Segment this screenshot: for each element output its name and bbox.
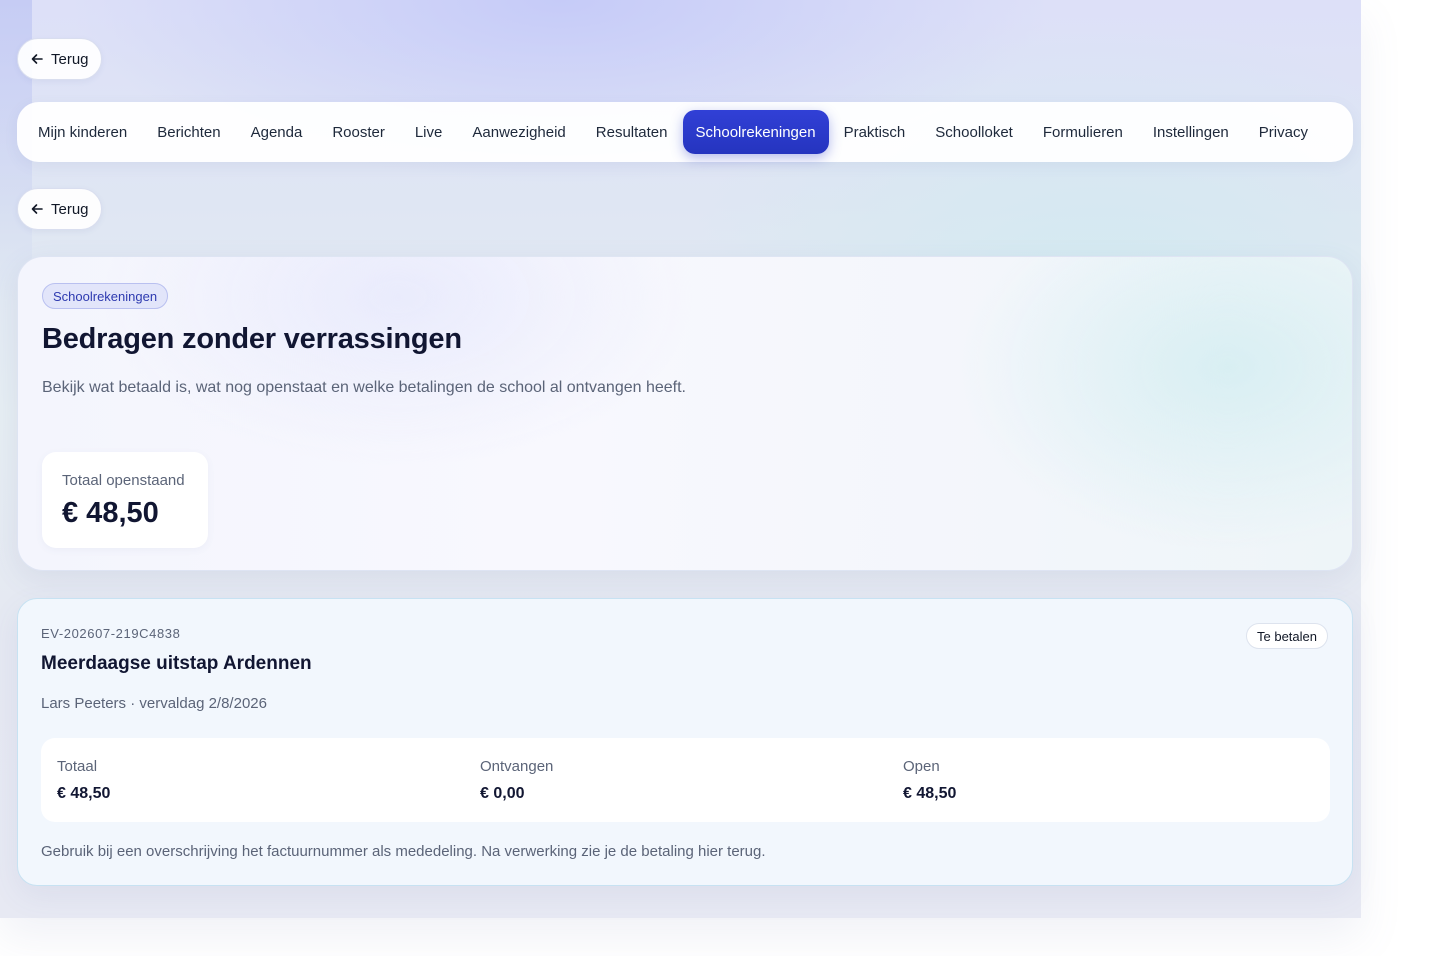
total-outstanding-label: Totaal openstaand: [62, 472, 185, 489]
amount-total-label: Totaal: [57, 758, 98, 775]
nav-item-live[interactable]: Live: [400, 110, 458, 154]
status-badge: Te betalen: [1246, 623, 1328, 649]
total-outstanding-value: € 48,50: [62, 497, 159, 529]
amount-received-label: Ontvangen: [480, 758, 554, 775]
back-button-second[interactable]: Terug: [17, 188, 102, 230]
total-outstanding-card: Totaal openstaand € 48,50: [42, 452, 208, 548]
arrow-left-icon: [30, 52, 44, 66]
back-button-top[interactable]: Terug: [17, 38, 102, 80]
nav-item-aanwezigheid[interactable]: Aanwezigheid: [457, 110, 580, 154]
nav-item-schoolrekeningen[interactable]: Schoolrekeningen: [682, 110, 829, 154]
nav-item-resultaten[interactable]: Resultaten: [581, 110, 683, 154]
invoice-note: Gebruik bij een overschrijving het factu…: [41, 843, 766, 860]
invoice-number: EV-202607-219C4838: [41, 626, 181, 641]
main-navigation: Mijn kinderen Berichten Agenda Rooster Live A…: [17, 102, 1353, 162]
nav-item-agenda[interactable]: Agenda: [236, 110, 318, 154]
section-tag: Schoolrekeningen: [42, 283, 169, 309]
amount-open-label: Open: [903, 758, 940, 775]
hero-card: Schoolrekeningen Bedragen zonder verrass…: [17, 256, 1353, 571]
page-description: Bekijk wat betaald is, wat nog openstaat…: [42, 379, 686, 396]
amount-received-value: € 0,00: [480, 785, 525, 802]
nav-item-schoolloket[interactable]: Schoolloket: [920, 110, 1028, 154]
nav-item-instellingen[interactable]: Instellingen: [1138, 110, 1244, 154]
amount-open-value: € 48,50: [903, 785, 957, 802]
back-button-label: Terug: [51, 200, 89, 218]
nav-item-mijn-kinderen[interactable]: Mijn kinderen: [23, 110, 142, 154]
amounts-panel: Totaal € 48,50 Ontvangen € 0,00 Open € 4…: [41, 738, 1330, 822]
arrow-left-icon: [30, 202, 44, 216]
invoice-meta: Lars Peeters · vervaldag 2/8/2026: [41, 695, 267, 712]
invoice-card: EV-202607-219C4838 Te betalen Meerdaagse…: [17, 598, 1353, 886]
amount-open: Open € 48,50: [887, 738, 1330, 822]
amount-total-value: € 48,50: [57, 785, 111, 802]
amount-received: Ontvangen € 0,00: [464, 738, 887, 822]
nav-item-privacy[interactable]: Privacy: [1244, 110, 1323, 154]
nav-item-berichten[interactable]: Berichten: [142, 110, 235, 154]
amount-total: Totaal € 48,50: [41, 738, 464, 822]
nav-item-praktisch[interactable]: Praktisch: [829, 110, 921, 154]
back-button-label: Terug: [51, 50, 89, 68]
nav-item-formulieren[interactable]: Formulieren: [1028, 110, 1138, 154]
nav-item-rooster[interactable]: Rooster: [317, 110, 400, 154]
invoice-title: Meerdaagse uitstap Ardennen: [41, 653, 312, 674]
page-title: Bedragen zonder verrassingen: [42, 323, 462, 355]
